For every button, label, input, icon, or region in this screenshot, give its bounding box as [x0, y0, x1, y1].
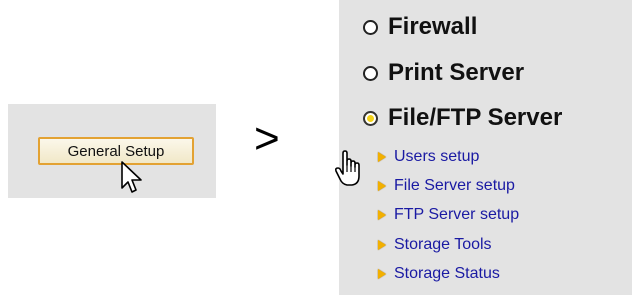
- menu-item-label: Print Server: [388, 59, 525, 86]
- menu-item-label: Firewall: [388, 13, 478, 40]
- triangle-bullet-icon: [378, 210, 386, 220]
- triangle-bullet-icon: [378, 269, 386, 279]
- radio-icon: [363, 19, 378, 35]
- menu-item-print-server[interactable]: Print Server: [363, 59, 524, 87]
- radio-icon: [363, 65, 378, 81]
- menu-item-label: File/FTP Server: [388, 104, 563, 131]
- submenu-item-label: File Server setup: [394, 177, 515, 194]
- menu-item-file-ftp-server[interactable]: File/FTP Server: [363, 104, 562, 132]
- right-menu-panel: Firewall Print Server File/FTP Server Us…: [339, 0, 632, 295]
- submenu-item-storage-tools[interactable]: Storage Tools: [378, 236, 492, 254]
- submenu-item-label: Users setup: [394, 148, 480, 165]
- submenu-item-label: Storage Tools: [394, 236, 492, 253]
- triangle-bullet-icon: [378, 181, 386, 191]
- triangle-bullet-icon: [378, 152, 386, 162]
- general-setup-button[interactable]: General Setup: [38, 137, 194, 165]
- arrow-cursor-icon: [121, 161, 142, 193]
- submenu-item-users-setup[interactable]: Users setup: [378, 148, 479, 166]
- menu-item-firewall[interactable]: Firewall: [363, 13, 477, 41]
- submenu-item-file-server-setup[interactable]: File Server setup: [378, 177, 515, 195]
- submenu-item-ftp-server-setup[interactable]: FTP Server setup: [378, 206, 519, 224]
- left-panel: General Setup: [8, 104, 216, 198]
- radio-selected-icon: [363, 110, 378, 126]
- submenu-item-label: FTP Server setup: [394, 206, 520, 223]
- triangle-bullet-icon: [378, 240, 386, 250]
- submenu-item-storage-status[interactable]: Storage Status: [378, 265, 500, 283]
- submenu-item-label: Storage Status: [394, 265, 500, 282]
- hand-pointer-icon: [334, 150, 360, 186]
- greater-than-sign: >: [254, 114, 280, 163]
